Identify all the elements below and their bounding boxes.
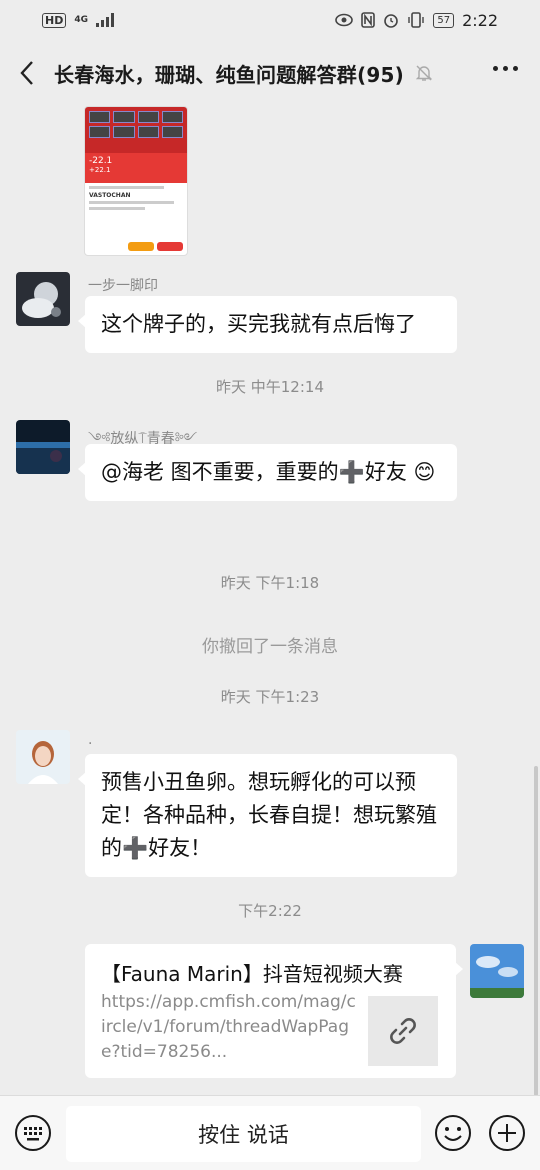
emoji-icon[interactable] bbox=[434, 1114, 472, 1152]
message-list[interactable]: -22.1 +22.1 VASTOCHAN 一步一脚印 这个牌子的，买完我就有点… bbox=[0, 100, 540, 1095]
scrollbar[interactable] bbox=[534, 766, 538, 1095]
sender-name: . bbox=[88, 732, 93, 748]
link-icon bbox=[390, 1018, 416, 1044]
image-price-2: +22.1 bbox=[89, 166, 111, 174]
eye-icon bbox=[335, 13, 354, 27]
nfc-icon bbox=[361, 12, 376, 28]
chevron-left-icon bbox=[20, 61, 33, 85]
image-product-grid bbox=[89, 111, 183, 138]
image-details: VASTOCHAN bbox=[85, 183, 187, 216]
link-card[interactable]: 【Fauna Marin】抖音短视频大赛 https://app.cmfish.… bbox=[85, 944, 463, 1078]
dot-icon bbox=[503, 66, 508, 71]
clock: 2:22 bbox=[462, 10, 498, 30]
hd-badge: HD bbox=[42, 12, 67, 28]
more-options-button[interactable] bbox=[493, 66, 518, 71]
timestamp: 昨天 下午1:18 bbox=[220, 574, 320, 592]
keyboard-icon[interactable] bbox=[14, 1114, 52, 1152]
image-banner bbox=[85, 107, 187, 153]
status-right: 57 2:22 bbox=[335, 11, 498, 30]
link-card-title: 【Fauna Marin】抖音短视频大赛 bbox=[101, 962, 403, 986]
image-price-panel: -22.1 +22.1 bbox=[85, 153, 187, 183]
network-type: 4G bbox=[74, 14, 88, 25]
message-bubble[interactable]: 这个牌子的，买完我就有点后悔了 bbox=[78, 296, 457, 353]
chat-title: 长春海水，珊瑚、纯鱼问题解答群(95) bbox=[54, 62, 404, 87]
dot-icon bbox=[513, 66, 518, 71]
message-text: @海老 图不重要，重要的➕好友 😊 bbox=[101, 460, 436, 484]
input-bar: 按住 说话 bbox=[0, 1095, 540, 1170]
avatar[interactable] bbox=[16, 730, 70, 784]
link-card-thumbnail bbox=[368, 996, 438, 1066]
link-card-url: https://app.cmfish.com/mag/circle/v1/for… bbox=[101, 992, 356, 1062]
image-buttons bbox=[128, 242, 183, 251]
recall-notice: 你撤回了一条消息 bbox=[202, 637, 338, 657]
message-text: 预售小丑鱼卵。想玩孵化的可以预定！各种品种，长春自提！想玩繁殖的➕好友！ bbox=[101, 770, 437, 860]
hold-to-talk-button[interactable]: 按住 说话 bbox=[66, 1106, 421, 1162]
image-price: -22.1 bbox=[89, 156, 113, 166]
avatar[interactable] bbox=[16, 272, 70, 326]
message-bubble[interactable]: 预售小丑鱼卵。想玩孵化的可以预定！各种品种，长春自提！想玩繁殖的➕好友！ bbox=[78, 754, 457, 877]
dot-icon bbox=[493, 66, 498, 71]
back-button[interactable] bbox=[0, 40, 54, 106]
timestamp: 下午2:22 bbox=[238, 902, 302, 920]
signal-icon bbox=[96, 13, 114, 27]
avatar[interactable] bbox=[16, 420, 70, 474]
plus-icon[interactable] bbox=[488, 1114, 526, 1152]
alarm-icon bbox=[384, 14, 399, 28]
status-bar: HD 4G 57 2:22 bbox=[0, 0, 540, 40]
image-message[interactable]: -22.1 +22.1 VASTOCHAN bbox=[84, 106, 188, 256]
message-text: 这个牌子的，买完我就有点后悔了 bbox=[101, 312, 416, 336]
chat-header: 长春海水，珊瑚、纯鱼问题解答群(95) bbox=[0, 40, 540, 106]
status-left: HD 4G bbox=[42, 12, 114, 28]
sender-name: 一步一脚印 bbox=[88, 278, 158, 294]
timestamp: 昨天 中午12:14 bbox=[216, 378, 324, 396]
battery-icon: 57 bbox=[433, 12, 455, 28]
timestamp: 昨天 下午1:23 bbox=[220, 688, 320, 706]
vibrate-icon bbox=[408, 12, 425, 28]
mute-icon bbox=[415, 65, 433, 81]
message-bubble[interactable]: @海老 图不重要，重要的➕好友 😊 bbox=[78, 444, 457, 501]
my-avatar[interactable] bbox=[470, 944, 524, 998]
image-product-name: VASTOCHAN bbox=[89, 192, 131, 199]
